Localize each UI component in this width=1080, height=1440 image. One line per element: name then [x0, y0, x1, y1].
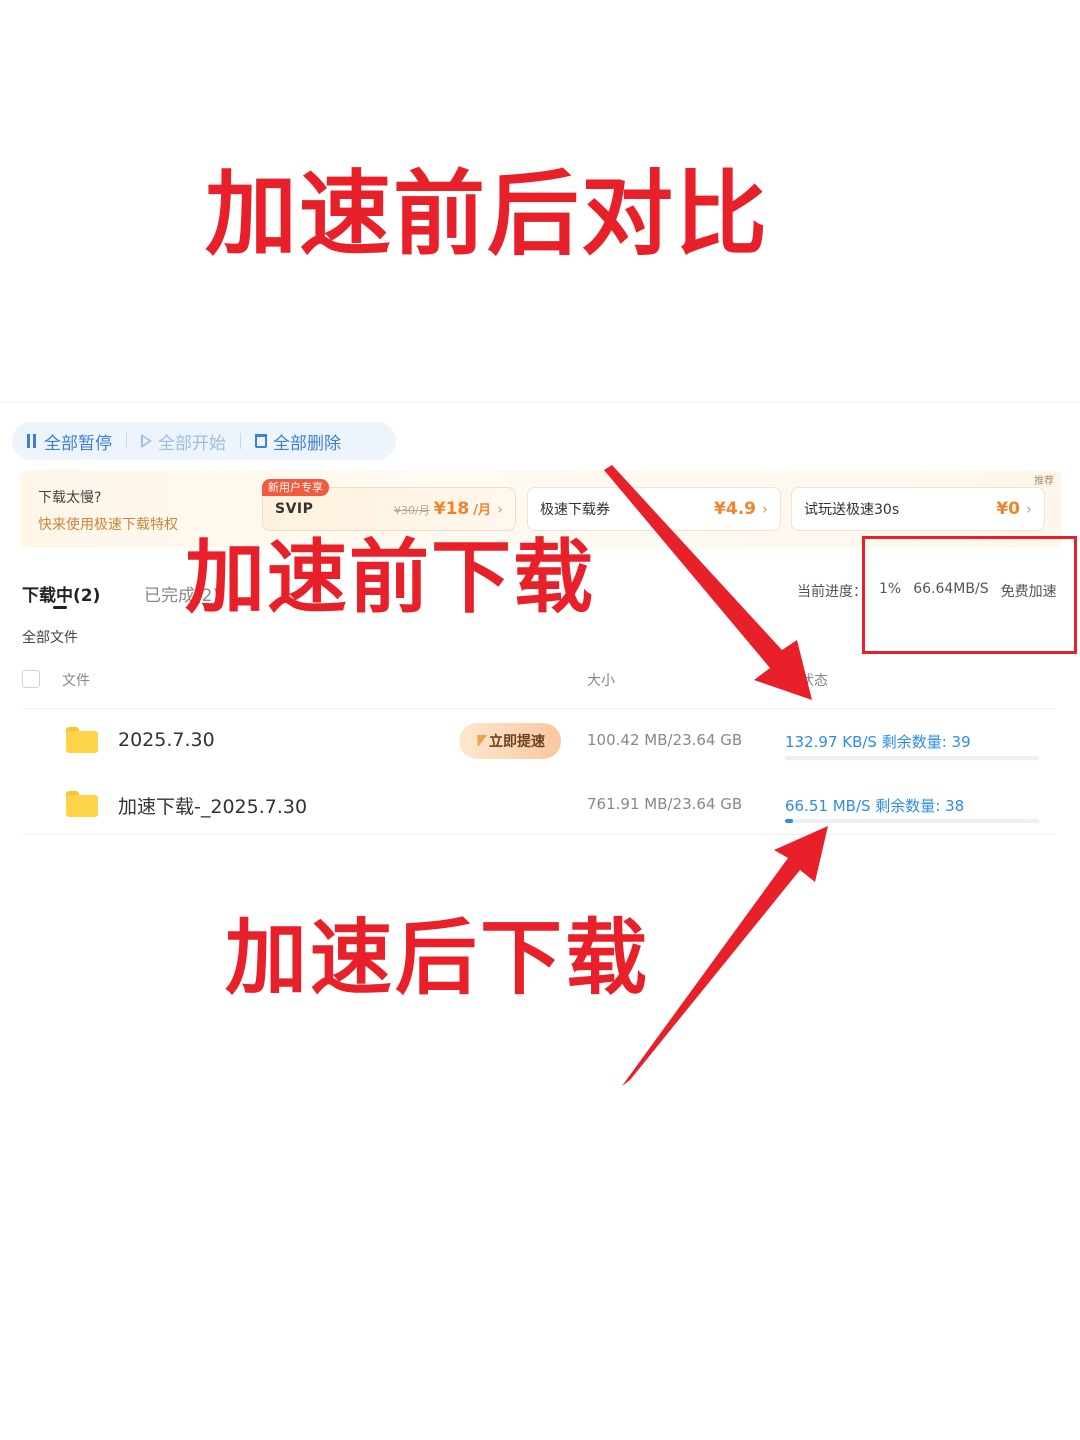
arrow-up-right-icon: [622, 826, 828, 1086]
arrow-down-right-icon: [604, 465, 812, 700]
annotation-arrows: [604, 465, 828, 1086]
